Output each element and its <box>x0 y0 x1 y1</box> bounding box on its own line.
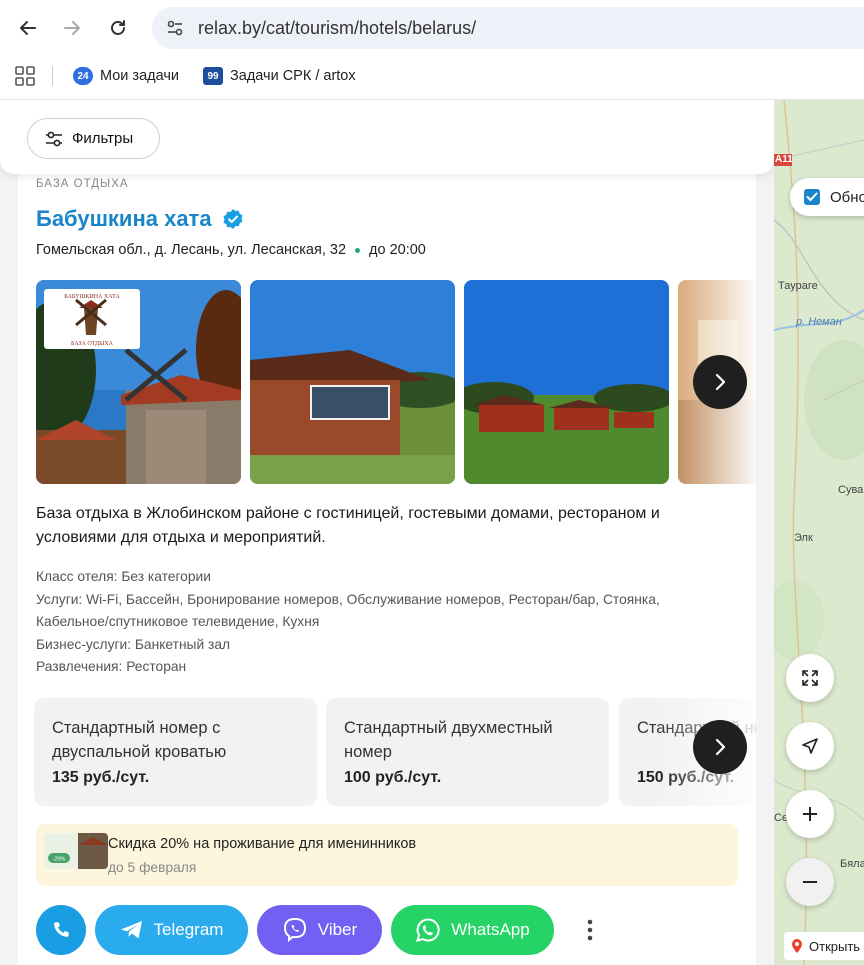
my-location-button[interactable] <box>786 722 834 770</box>
photo-gallery: БАБУШКИНА ХАТА БАЗА ОТДЫХА <box>36 280 756 484</box>
bookmark-badge: 24 <box>73 67 93 85</box>
site-settings-icon[interactable] <box>164 17 186 39</box>
map-river-label: р. Неман <box>796 316 842 328</box>
sliders-icon <box>46 131 62 146</box>
back-button[interactable] <box>10 10 46 46</box>
bookmark-my-tasks[interactable]: 24 Мои задачи <box>73 65 179 87</box>
filters-button[interactable]: Фильтры <box>27 118 160 159</box>
logo-text-top: БАБУШКИНА ХАТА <box>64 294 120 300</box>
gallery-photo-2[interactable] <box>250 280 455 484</box>
hotel-name: Бабушкина хата <box>36 206 212 231</box>
telegram-label: Telegram <box>153 920 224 939</box>
red-houses-image <box>464 280 669 484</box>
map-city-label: Таураге <box>778 280 818 292</box>
viber-icon <box>283 917 306 943</box>
promo-date: до 5 февраля <box>108 860 197 875</box>
back-arrow-icon <box>20 21 36 35</box>
bookmarks-bar: 24 Мои задачи 99 Задачи СРК / artox <box>0 56 864 100</box>
rooms-carousel: Стандартный номер с двуспальной кроватью… <box>34 698 756 806</box>
chevron-right-icon <box>715 738 726 756</box>
listing-type: БАЗА ОТДЫХА <box>36 178 129 190</box>
viber-button[interactable]: Viber <box>257 905 382 955</box>
status-dot <box>355 247 361 253</box>
navigation-arrow-icon <box>802 738 818 754</box>
logo-text-bottom: БАЗА ОТДЫХА <box>71 341 114 347</box>
promo-thumb-badge: -20% <box>53 857 66 863</box>
zoom-out-button[interactable] <box>786 858 834 906</box>
bookmark-label: Задачи СРК / artox <box>230 68 356 84</box>
room-price: 135 руб./сут. <box>52 769 150 786</box>
detail-business: Бизнес-услуги: Банкетный зал <box>36 636 231 652</box>
detail-class: Класс отеля: Без категории <box>36 569 211 584</box>
bookmark-srk-tasks[interactable]: 99 Задачи СРК / artox <box>203 65 356 87</box>
map-update-checkbox[interactable]: Обно <box>790 178 864 216</box>
listing-page: Фильтры БАЗА ОТДЫХА Бабушкина хата Гомел… <box>0 100 774 965</box>
map-city-label: Бяла <box>840 858 864 870</box>
reload-icon <box>111 20 125 35</box>
gallery-photo-3[interactable] <box>464 280 669 484</box>
open-in-maps-link[interactable]: Открыть <box>784 932 864 960</box>
phone-button[interactable] <box>36 905 86 955</box>
phone-icon <box>54 922 69 937</box>
map-update-label: Обно <box>830 188 864 206</box>
hotel-hours: до 20:00 <box>369 242 426 258</box>
promo-thumbnail: -20% <box>44 833 108 869</box>
chevron-right-icon <box>715 373 726 391</box>
map-road-label: A11 <box>775 154 793 165</box>
verified-icon <box>223 209 243 229</box>
promo-banner[interactable]: -20% Скидка 20% на проживание для именин… <box>36 824 738 886</box>
open-in-maps-label: Открыть <box>809 938 861 954</box>
rooms-next-button[interactable] <box>693 720 747 774</box>
hotel-description: База отдыха в Жлобинском районе с гостин… <box>36 505 660 546</box>
gallery-photo-1[interactable]: БАБУШКИНА ХАТА БАЗА ОТДЫХА <box>36 280 241 484</box>
expand-icon <box>802 670 818 686</box>
room-card[interactable]: Стандартный номер с двуспальной кроватью… <box>34 698 317 806</box>
fullscreen-button[interactable] <box>786 654 834 702</box>
bookmark-badge: 99 <box>203 67 223 85</box>
promo-title: Скидка 20% на проживание для именинников <box>108 836 417 852</box>
forward-button[interactable] <box>54 10 90 46</box>
windmill-house-image: БАБУШКИНА ХАТА БАЗА ОТДЫХА <box>36 280 241 484</box>
cottage-image <box>250 280 455 484</box>
map-city-label: Сува <box>838 484 864 496</box>
room-price: 100 руб./сут. <box>344 769 442 786</box>
bookmarks-separator <box>52 66 53 86</box>
room-title: Стандартный номер с двуспальной кроватью <box>52 719 227 761</box>
hotel-name-link[interactable]: Бабушкина хата <box>36 206 244 232</box>
whatsapp-icon <box>416 918 440 942</box>
room-title: Стандартный двухместный номер <box>344 719 553 761</box>
zoom-in-button[interactable] <box>786 790 834 838</box>
viber-label: Viber <box>317 920 358 939</box>
reload-button[interactable] <box>100 10 136 46</box>
telegram-icon <box>120 921 142 939</box>
detail-entertainment: Развлечения: Ресторан <box>36 659 187 674</box>
detail-services: Услуги: Wi-Fi, Бассейн, Бронирование ном… <box>36 591 660 630</box>
whatsapp-label: WhatsApp <box>451 920 530 939</box>
hotel-card: БАЗА ОТДЫХА Бабушкина хата Гомельская об… <box>18 160 756 965</box>
gallery-next-button[interactable] <box>693 355 747 409</box>
hotel-address-line: Гомельская обл., д. Лесань, ул. Лесанска… <box>36 242 426 258</box>
more-options-icon[interactable] <box>584 917 596 943</box>
contact-buttons: Telegram Viber WhatsApp <box>36 905 756 955</box>
checkbox-checked-icon <box>804 189 820 205</box>
bookmark-label: Мои задачи <box>100 68 180 84</box>
minus-icon <box>803 881 817 883</box>
url-text: relax.by/cat/tourism/hotels/belarus/ <box>198 18 477 38</box>
apps-grid-icon[interactable] <box>14 65 36 87</box>
address-bar[interactable]: relax.by/cat/tourism/hotels/belarus/ <box>152 7 864 49</box>
browser-toolbar: relax.by/cat/tourism/hotels/belarus/ <box>0 0 864 56</box>
telegram-button[interactable]: Telegram <box>95 905 248 955</box>
forward-arrow-icon <box>64 21 80 35</box>
map-pin-icon <box>792 939 802 953</box>
hotel-address: Гомельская обл., д. Лесань, ул. Лесанска… <box>36 242 347 258</box>
hotel-details: Класс отеля: Без категории Услуги: Wi-Fi… <box>36 566 736 679</box>
filter-bar: Фильтры <box>0 100 774 174</box>
whatsapp-button[interactable]: WhatsApp <box>391 905 554 955</box>
map-city-label: Элк <box>794 532 813 544</box>
plus-icon <box>803 807 817 821</box>
map-panel[interactable]: A11 Таураге р. Неман Сува Элк Се Бяла Об… <box>774 100 864 965</box>
room-card[interactable]: Стандартный двухместный номер 100 руб./с… <box>326 698 609 806</box>
filters-label: Фильтры <box>72 130 134 147</box>
